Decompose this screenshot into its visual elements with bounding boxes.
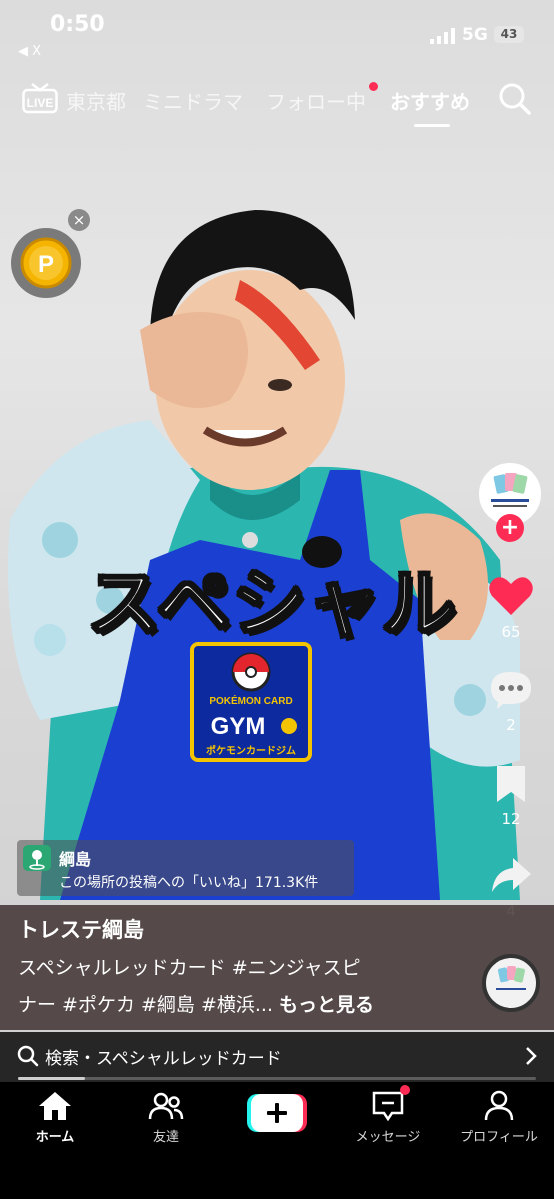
author-name[interactable]: トレステ綱島: [18, 914, 144, 944]
nav-home[interactable]: ホーム: [0, 1082, 110, 1145]
see-more-link[interactable]: もっと見る: [279, 994, 374, 1016]
create-post-button[interactable]: [247, 1094, 307, 1132]
live-icon[interactable]: LIVE: [22, 82, 58, 114]
tab-mini-drama[interactable]: ミニドラマ: [143, 86, 243, 115]
profile-icon: [484, 1090, 514, 1121]
description-line-2: ナー #ポケカ #綱島 #横浜... もっと見る: [18, 990, 374, 1017]
search-suggestion-text: 検索・スペシャルレッドカード: [45, 1049, 282, 1069]
search-icon[interactable]: [498, 82, 532, 116]
description-text: ナー #ポケカ #綱島 #横浜...: [18, 994, 280, 1016]
nav-home-label: ホーム: [35, 1130, 75, 1145]
home-icon: [39, 1092, 71, 1120]
like-count: 65: [501, 623, 521, 641]
battery-indicator: 43: [494, 26, 524, 43]
friends-icon: [148, 1092, 184, 1120]
tab-location[interactable]: 東京都: [66, 86, 126, 115]
active-tab-indicator: [414, 124, 450, 127]
location-pin-icon: [23, 845, 51, 871]
nav-friends[interactable]: 友達: [111, 1082, 221, 1145]
following-notification-dot: [369, 82, 378, 91]
messages-notification-dot: [400, 1085, 410, 1095]
location-card[interactable]: 綱島 この場所の投稿への「いいね」171.3K件: [17, 840, 354, 896]
message-icon: [372, 1091, 404, 1122]
svg-text:LIVE: LIVE: [27, 96, 54, 110]
chevron-right-icon: [526, 1047, 537, 1065]
nav-messages[interactable]: メッセージ: [333, 1082, 443, 1145]
tiktok-feed-screen: POKÉMON CARD GYM ポケモンカードジム 0:50 ◀ X 5G 4…: [0, 0, 554, 1199]
network-type: 5G: [462, 25, 488, 45]
search-icon: [17, 1045, 39, 1067]
svg-text:ポケモンカードジム: ポケモンカードジム: [206, 744, 296, 757]
back-to-app-link[interactable]: ◀ X: [18, 44, 41, 59]
comment-button[interactable]: 2: [484, 670, 538, 734]
share-arrow-icon: [492, 858, 531, 892]
comment-count: 2: [506, 716, 516, 734]
location-likes-text: この場所の投稿への「いいね」171.3K件: [59, 875, 319, 891]
like-button[interactable]: 65: [484, 575, 538, 641]
heart-icon: [489, 577, 533, 615]
nav-profile-label: プロフィール: [460, 1130, 538, 1145]
search-suggestion-bar[interactable]: 検索・スペシャルレッドカード: [0, 1032, 554, 1082]
music-disc[interactable]: [482, 954, 540, 1012]
music-disc-icon: [496, 966, 526, 990]
video-progress-bar[interactable]: [18, 1077, 536, 1080]
svg-text:POKÉMON CARD: POKÉMON CARD: [209, 694, 292, 707]
bookmark-count: 12: [501, 810, 521, 828]
location-name: 綱島: [59, 850, 92, 869]
bookmark-icon: [497, 766, 525, 802]
video-progress-fill: [18, 1077, 86, 1080]
coin-reward-widget[interactable]: P: [11, 228, 81, 298]
video-caption-overlay: スペシャル: [86, 560, 458, 649]
status-time: 0:50: [50, 12, 105, 37]
coin-icon: P: [20, 237, 72, 289]
svg-text:P: P: [38, 251, 54, 278]
nav-profile[interactable]: プロフィール: [444, 1082, 554, 1145]
bottom-navigation: ホーム 友達 メッセージ プロフィール: [0, 1082, 554, 1199]
bookmark-button[interactable]: 12: [484, 764, 538, 828]
signal-icon: [430, 28, 455, 44]
svg-text:GYM: GYM: [211, 713, 266, 740]
description-line-1: スペシャルレッドカード #ニンジャスピ: [18, 957, 361, 979]
nav-friends-label: 友達: [152, 1130, 179, 1145]
comment-bubble-icon: [491, 672, 531, 709]
nav-messages-label: メッセージ: [355, 1130, 421, 1145]
tab-following[interactable]: フォロー中: [266, 86, 366, 115]
follow-button[interactable]: +: [496, 514, 524, 542]
coin-close-button[interactable]: ×: [68, 209, 90, 231]
tab-for-you[interactable]: おすすめ: [390, 86, 470, 115]
